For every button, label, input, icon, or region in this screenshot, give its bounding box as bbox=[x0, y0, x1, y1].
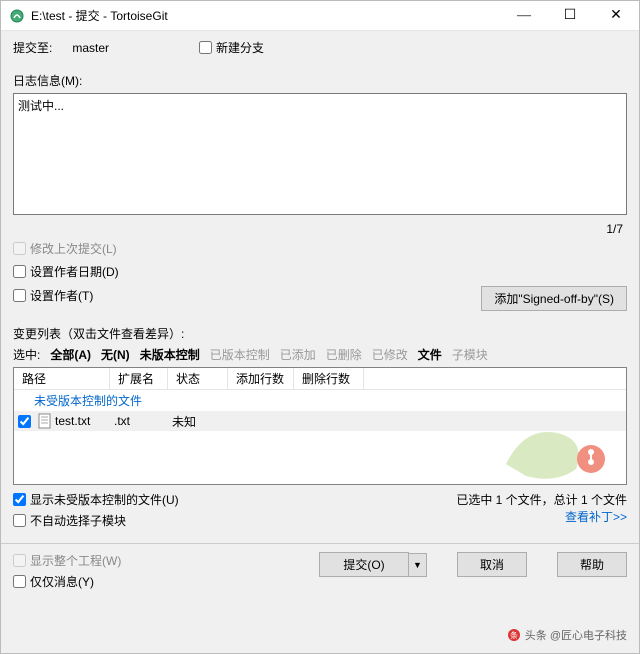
only-message-checkbox[interactable]: 仅仅消息(Y) bbox=[13, 573, 319, 590]
filter-deleted: 已删除 bbox=[326, 346, 362, 363]
file-list[interactable]: 路径 扩展名 状态 添加行数 删除行数 未受版本控制的文件 test.txt .… bbox=[13, 367, 627, 485]
changelist-label: 变更列表（双击文件查看差异）: bbox=[13, 325, 627, 342]
amend-checkbox: 修改上次提交(L) bbox=[13, 240, 627, 257]
filter-sel-label: 选中: bbox=[13, 346, 40, 363]
filter-modified: 已修改 bbox=[372, 346, 408, 363]
set-author-checkbox[interactable]: 设置作者(T) bbox=[13, 287, 93, 304]
line-counter: 1/7 bbox=[606, 222, 623, 236]
signoff-button[interactable]: 添加"Signed-off-by"(S) bbox=[481, 286, 627, 311]
branch-name: master bbox=[72, 41, 109, 55]
show-whole-project-checkbox: 显示整个工程(W) bbox=[13, 552, 319, 569]
filter-none[interactable]: 无(N) bbox=[101, 346, 130, 363]
no-autoselect-submodule-checkbox[interactable]: 不自动选择子模块 bbox=[13, 512, 179, 529]
col-add[interactable]: 添加行数 bbox=[228, 368, 294, 390]
set-author-label: 设置作者(T) bbox=[30, 287, 93, 304]
commit-to-label: 提交至: bbox=[13, 39, 52, 56]
only-message-label: 仅仅消息(Y) bbox=[30, 573, 94, 590]
table-header: 路径 扩展名 状态 添加行数 删除行数 bbox=[14, 368, 626, 390]
selection-summary: 已选中 1 个文件，总计 1 个文件 bbox=[456, 491, 627, 508]
maximize-button[interactable]: ☐ bbox=[547, 1, 593, 31]
set-author-date-label: 设置作者日期(D) bbox=[30, 263, 119, 280]
col-ext[interactable]: 扩展名 bbox=[110, 368, 168, 390]
filter-unversioned[interactable]: 未版本控制 bbox=[140, 346, 200, 363]
new-branch-checkbox[interactable]: 新建分支 bbox=[199, 39, 264, 56]
file-name: test.txt bbox=[55, 414, 90, 428]
show-whole-project-label: 显示整个工程(W) bbox=[30, 552, 121, 569]
log-message-label: 日志信息(M): bbox=[13, 72, 627, 89]
filter-versioned: 已版本控制 bbox=[210, 346, 270, 363]
file-status: 未知 bbox=[168, 413, 228, 430]
file-icon bbox=[38, 413, 52, 429]
col-del[interactable]: 删除行数 bbox=[294, 368, 364, 390]
view-patch-link[interactable]: 查看补丁>> bbox=[456, 508, 627, 525]
show-unversioned-label: 显示未受版本控制的文件(U) bbox=[30, 491, 179, 508]
col-path[interactable]: 路径 bbox=[14, 368, 110, 390]
filter-submodule: 子模块 bbox=[452, 346, 488, 363]
show-unversioned-checkbox[interactable]: 显示未受版本控制的文件(U) bbox=[13, 491, 179, 508]
help-button[interactable]: 帮助 bbox=[557, 552, 627, 577]
window-title: E:\test - 提交 - TortoiseGit bbox=[31, 7, 501, 24]
col-status[interactable]: 状态 bbox=[168, 368, 228, 390]
log-message-input[interactable] bbox=[13, 93, 627, 215]
close-button[interactable]: ✕ bbox=[593, 1, 639, 31]
file-ext: .txt bbox=[110, 414, 168, 428]
tortoise-watermark-icon bbox=[486, 404, 616, 485]
titlebar: E:\test - 提交 - TortoiseGit — ☐ ✕ bbox=[1, 1, 639, 31]
credit-watermark: 条 头条 @匠心电子科技 bbox=[503, 625, 631, 645]
minimize-button[interactable]: — bbox=[501, 1, 547, 31]
filter-files[interactable]: 文件 bbox=[418, 346, 442, 363]
cancel-button[interactable]: 取消 bbox=[457, 552, 527, 577]
filter-row: 选中: 全部(A) 无(N) 未版本控制 已版本控制 已添加 已删除 已修改 文… bbox=[13, 346, 627, 363]
file-checkbox[interactable] bbox=[18, 415, 31, 428]
commit-button[interactable]: 提交(O) bbox=[319, 552, 409, 577]
app-icon bbox=[9, 8, 25, 24]
svg-text:条: 条 bbox=[510, 630, 518, 640]
new-branch-label: 新建分支 bbox=[216, 39, 264, 56]
commit-button-group[interactable]: 提交(O) ▼ bbox=[319, 552, 427, 577]
set-author-date-checkbox[interactable]: 设置作者日期(D) bbox=[13, 263, 627, 280]
amend-label: 修改上次提交(L) bbox=[30, 240, 117, 257]
filter-added: 已添加 bbox=[280, 346, 316, 363]
credit-icon: 条 bbox=[507, 628, 521, 642]
filter-all[interactable]: 全部(A) bbox=[50, 346, 91, 363]
no-autoselect-submodule-label: 不自动选择子模块 bbox=[30, 512, 126, 529]
commit-dropdown[interactable]: ▼ bbox=[409, 553, 427, 577]
